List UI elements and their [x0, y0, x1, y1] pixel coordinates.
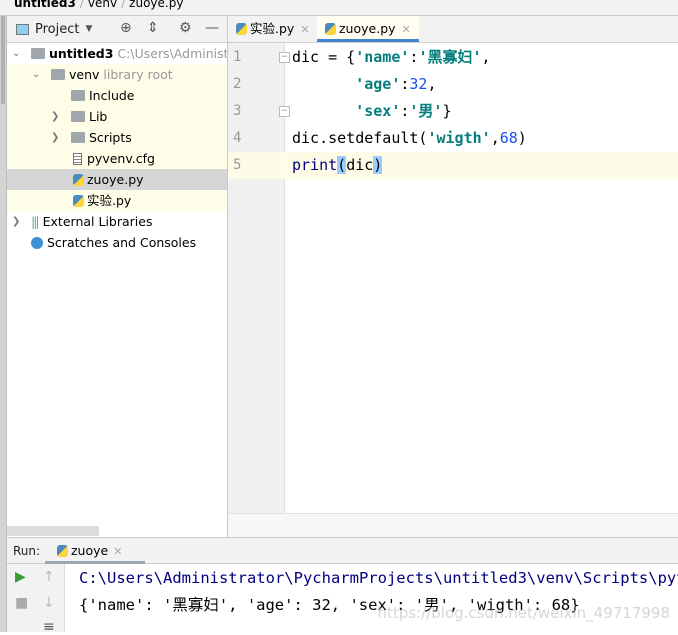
- tree-item-include[interactable]: Include: [7, 85, 227, 106]
- tree-item-zuoye-py[interactable]: zuoye.py: [7, 169, 227, 190]
- breadcrumb-project[interactable]: untitled3: [14, 0, 76, 10]
- arrow-down-icon[interactable]: ↓: [43, 595, 55, 611]
- chevron-down-icon[interactable]: ▼: [85, 24, 92, 34]
- code-line: dic = {'name':'黑寡妇',: [292, 48, 491, 66]
- project-view-selector[interactable]: Project: [35, 22, 79, 37]
- project-tree: ⌄untitled3 C:\Users\Administrat ⌄venv li…: [7, 43, 227, 513]
- tree-item-pyvenv-cfg[interactable]: pyvenv.cfg: [7, 148, 227, 169]
- run-tab-zuoye[interactable]: zuoye ✕: [45, 538, 145, 564]
- code-line: dic.setdefault('wigth',68): [292, 129, 527, 147]
- python-file-icon: [73, 174, 84, 186]
- code-editor[interactable]: − − dic = {'name':'黑寡妇', 'age':32, 'sex'…: [279, 43, 678, 513]
- project-panel-header: Project ▼ ⊕ ⇕ ⚙ —: [7, 16, 227, 43]
- tree-item-shiyan-py[interactable]: 实验.py: [7, 190, 227, 211]
- run-label: Run:: [13, 544, 41, 558]
- close-icon[interactable]: ✕: [113, 545, 122, 558]
- breadcrumb-file[interactable]: zuoye.py: [129, 0, 183, 10]
- stop-icon[interactable]: ■: [15, 595, 28, 611]
- text-file-icon: [73, 153, 82, 165]
- tree-item-external-libraries[interactable]: ❯ ||| External Libraries: [7, 211, 227, 232]
- line-number: 4: [233, 130, 242, 146]
- project-view-icon: [16, 23, 29, 35]
- tree-horizontal-scrollbar[interactable]: [7, 526, 99, 536]
- chevron-down-icon[interactable]: ⌄: [12, 43, 20, 64]
- chevron-down-icon[interactable]: ⌄: [32, 64, 40, 85]
- run-toolbar: ▶ ■ ↑ ↓ ≡: [7, 564, 65, 635]
- close-icon[interactable]: ✕: [300, 23, 309, 36]
- collapse-all-icon[interactable]: ⇕: [147, 20, 159, 36]
- fold-icon[interactable]: −: [279, 106, 290, 117]
- folder-icon: [71, 111, 85, 122]
- code-line: 'age':32,: [355, 75, 437, 93]
- tree-item-scripts[interactable]: ❯ Scripts: [7, 127, 227, 148]
- editor-scroll-area: [227, 513, 678, 537]
- watermark: https://blog.csdn.net/weixin_49717998: [377, 604, 670, 622]
- chevron-right-icon[interactable]: ❯: [12, 211, 20, 232]
- python-file-icon: [325, 23, 336, 35]
- tree-item-scratches[interactable]: Scratches and Consoles: [7, 232, 227, 253]
- editor-tabs: 实验.py ✕ zuoye.py ✕: [227, 16, 678, 43]
- arrow-up-icon[interactable]: ↑: [43, 569, 55, 585]
- close-icon[interactable]: ✕: [402, 23, 411, 36]
- soft-wrap-icon[interactable]: ≡: [43, 619, 55, 635]
- python-icon: [57, 545, 68, 557]
- code-line: 'sex':'男'}: [355, 102, 452, 120]
- folder-icon: [71, 132, 85, 143]
- breadcrumb-venv[interactable]: venv: [88, 0, 117, 10]
- tab-zuoye-py[interactable]: zuoye.py ✕: [317, 16, 419, 42]
- folder-icon: [51, 69, 65, 80]
- code-line: print(dic): [292, 156, 383, 174]
- fold-icon[interactable]: −: [279, 52, 290, 63]
- tree-item-venv[interactable]: ⌄ venv library root: [7, 64, 227, 85]
- rerun-icon[interactable]: ▶: [15, 569, 26, 585]
- line-number: 2: [233, 76, 242, 92]
- breadcrumb: untitled3/venv / zuoye.py: [0, 0, 678, 16]
- python-file-icon: [236, 23, 247, 35]
- line-number: 5: [228, 152, 285, 179]
- gear-icon[interactable]: ⚙: [179, 20, 192, 36]
- run-panel-header: Run: zuoye ✕: [7, 537, 678, 564]
- folder-icon: [71, 90, 85, 101]
- locate-icon[interactable]: ⊕: [120, 20, 132, 36]
- console-line: C:\Users\Administrator\PycharmProjects\u…: [79, 569, 678, 587]
- line-number: 1: [233, 49, 242, 65]
- python-file-icon: [73, 195, 84, 207]
- chevron-right-icon[interactable]: ❯: [51, 127, 59, 148]
- line-gutter: 1 2 3 4 5: [227, 43, 285, 513]
- libraries-icon: |||: [31, 214, 40, 229]
- scratches-icon: [31, 237, 43, 249]
- tree-item-lib[interactable]: ❯ Lib: [7, 106, 227, 127]
- line-number: 3: [233, 103, 242, 119]
- chevron-right-icon[interactable]: ❯: [51, 106, 59, 127]
- project-tool-button[interactable]: [1, 16, 5, 104]
- tree-item-untitled3[interactable]: ⌄untitled3 C:\Users\Administrat: [7, 43, 227, 64]
- folder-icon: [31, 48, 45, 59]
- minimize-icon[interactable]: —: [205, 20, 219, 36]
- tab-shiyan-py[interactable]: 实验.py ✕: [228, 16, 318, 42]
- tool-window-strip[interactable]: [0, 16, 7, 632]
